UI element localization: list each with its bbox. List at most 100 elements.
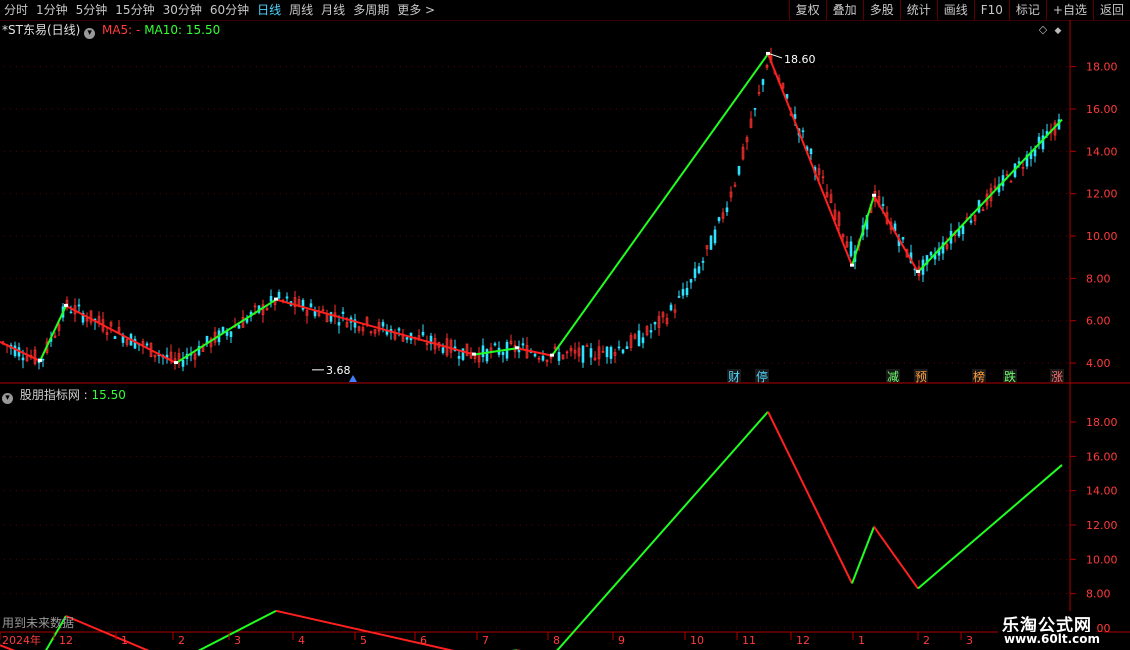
grid-dot [442, 490, 443, 492]
grid-dot [238, 490, 239, 492]
grid-dot [586, 66, 587, 68]
grid-dot [532, 421, 533, 423]
grid-dot [1036, 558, 1037, 560]
grid-dot [94, 66, 95, 68]
grid-dot [874, 421, 875, 423]
grid-dot [526, 235, 527, 237]
grid-dot [136, 455, 137, 457]
candle-body [441, 347, 445, 353]
grid-dot [64, 490, 65, 492]
grid-dot [748, 150, 749, 152]
grid-dot [934, 524, 935, 526]
grid-dot [586, 627, 587, 629]
grid-dot [496, 490, 497, 492]
grid-dot [1060, 66, 1061, 68]
grid-dot [1066, 320, 1067, 322]
grid-dot [256, 277, 257, 279]
settings-icon[interactable]: ▾ [84, 28, 96, 39]
candle-body [801, 130, 805, 133]
grid-dot [634, 362, 635, 364]
grid-dot [286, 455, 287, 457]
grid-dot [628, 627, 629, 629]
grid-dot [586, 558, 587, 560]
grid-dot [1030, 421, 1031, 423]
kline-chart[interactable]: 18.0016.0014.0012.0010.008.006.004.0018.… [0, 0, 1130, 650]
grid-dot [604, 108, 605, 110]
grid-dot [916, 627, 917, 629]
grid-dot [388, 362, 389, 364]
grid-dot [142, 66, 143, 68]
grid-dot [976, 421, 977, 423]
indicator-menu-icon[interactable]: ▾ [2, 393, 13, 404]
grid-dot [712, 558, 713, 560]
pivot-marker [766, 51, 770, 55]
grid-dot [850, 558, 851, 560]
time-label: 9 [618, 634, 625, 647]
grid-dot [802, 277, 803, 279]
grid-dot [652, 524, 653, 526]
grid-dot [268, 66, 269, 68]
candle-body [637, 330, 641, 347]
grid-dot [1048, 455, 1049, 457]
grid-dot [826, 66, 827, 68]
grid-dot [478, 421, 479, 423]
grid-dot [430, 524, 431, 526]
time-label: 5 [360, 634, 367, 647]
grid-dot [238, 627, 239, 629]
grid-dot [1024, 277, 1025, 279]
grid-dot [538, 150, 539, 152]
grid-dot [640, 66, 641, 68]
grid-dot [580, 150, 581, 152]
grid-dot [64, 558, 65, 560]
grid-dot [172, 593, 173, 595]
grid-dot [196, 558, 197, 560]
grid-dot [1042, 193, 1043, 195]
grid-dot [304, 277, 305, 279]
candle-body [737, 165, 741, 175]
grid-dot [76, 558, 77, 560]
grid-dot [496, 558, 497, 560]
grid-dot [628, 108, 629, 110]
grid-dot [358, 421, 359, 423]
grid-dot [562, 558, 563, 560]
grid-dot [844, 150, 845, 152]
grid-dot [232, 235, 233, 237]
grid-dot [682, 421, 683, 423]
grid-dot [556, 108, 557, 110]
grid-dot [478, 320, 479, 322]
grid-dot [436, 235, 437, 237]
grid-dot [556, 150, 557, 152]
grid-dot [256, 627, 257, 629]
grid-dot [844, 108, 845, 110]
grid-dot [910, 627, 911, 629]
grid-dot [82, 490, 83, 492]
indicator-segment [767, 411, 853, 584]
grid-dot [856, 320, 857, 322]
grid-dot [1066, 593, 1067, 595]
grid-dot [538, 593, 539, 595]
grid-dot [886, 524, 887, 526]
grid-dot [142, 558, 143, 560]
grid-dot [64, 362, 65, 364]
grid-dot [802, 320, 803, 322]
grid-dot [754, 66, 755, 68]
grid-dot [250, 524, 251, 526]
grid-dot [988, 362, 989, 364]
grid-dot [694, 524, 695, 526]
grid-dot [742, 235, 743, 237]
grid-dot [442, 362, 443, 364]
grid-dot [676, 593, 677, 595]
grid-dot [760, 320, 761, 322]
grid-dot [754, 193, 755, 195]
grid-dot [688, 490, 689, 492]
grid-dot [730, 490, 731, 492]
grid-dot [280, 150, 281, 152]
time-label: 12 [796, 634, 810, 647]
grid-dot [688, 193, 689, 195]
grid-dot [550, 320, 551, 322]
grid-dot [1018, 320, 1019, 322]
grid-dot [976, 524, 977, 526]
grid-dot [778, 627, 779, 629]
grid-dot [976, 193, 977, 195]
grid-dot [448, 150, 449, 152]
